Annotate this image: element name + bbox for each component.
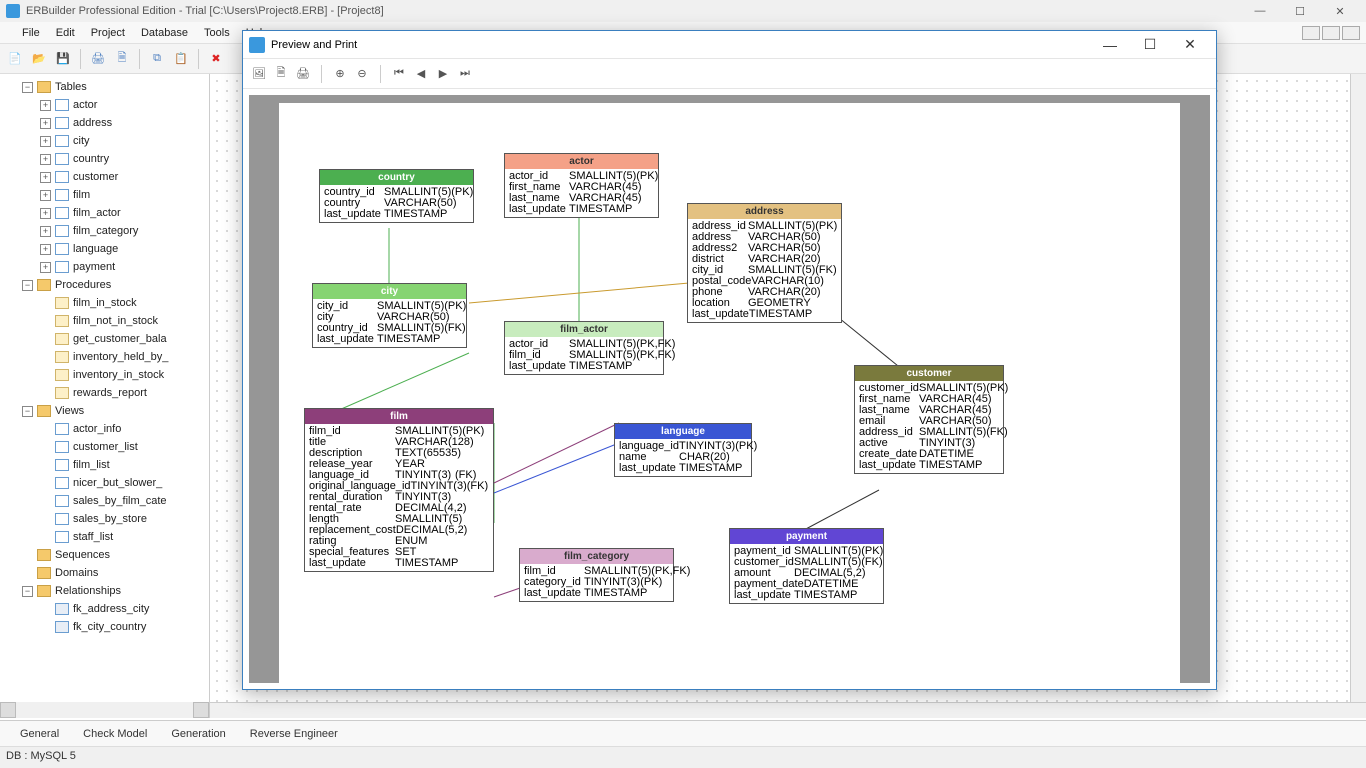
menu-tools[interactable]: Tools bbox=[204, 27, 230, 39]
app-title: ERBuilder Professional Edition - Trial [… bbox=[26, 5, 384, 17]
canvas-scrollbar-v[interactable] bbox=[1350, 74, 1366, 702]
preview-canvas[interactable]: country country_idSMALLINT(5)(PK) countr… bbox=[249, 95, 1210, 683]
tab-general[interactable]: General bbox=[8, 724, 71, 744]
menu-edit[interactable]: Edit bbox=[56, 27, 75, 39]
erd-entity-language: language language_idTINYINT(3)(PK) nameC… bbox=[614, 423, 752, 477]
print-icon[interactable]: 🖨 bbox=[87, 48, 109, 70]
tree-view-6[interactable]: sales_by_store bbox=[0, 510, 209, 528]
status-text: DB : MySQL 5 bbox=[6, 750, 76, 762]
mdi-controls bbox=[1302, 26, 1360, 40]
tree-rel-2[interactable]: fk_city_country bbox=[0, 618, 209, 636]
tree-tbl-language[interactable]: +language bbox=[0, 240, 209, 258]
erd-entity-film-category: film_category film_idSMALLINT(5)(PK,FK) … bbox=[519, 548, 674, 602]
menu-file[interactable]: File bbox=[22, 27, 40, 39]
mdi-minimize[interactable] bbox=[1302, 26, 1320, 40]
save-icon[interactable]: 💾 bbox=[52, 48, 74, 70]
paste-icon[interactable]: 📋 bbox=[170, 48, 192, 70]
main-title-bar: ERBuilder Professional Edition - Trial [… bbox=[0, 0, 1366, 22]
close-button[interactable]: ✕ bbox=[1320, 5, 1360, 18]
preview-app-icon bbox=[249, 37, 265, 53]
erd-entity-film: film film_idSMALLINT(5)(PK) titleVARCHAR… bbox=[304, 408, 494, 572]
zoom-out-icon[interactable]: ⊖ bbox=[352, 64, 372, 84]
canvas-scrollbar-h[interactable] bbox=[210, 702, 1366, 718]
tree-proc-5[interactable]: inventory_in_stock bbox=[0, 366, 209, 384]
menu-project[interactable]: Project bbox=[91, 27, 125, 39]
erd-entity-country: country country_idSMALLINT(5)(PK) countr… bbox=[319, 169, 474, 223]
tree-proc-6[interactable]: rewards_report bbox=[0, 384, 209, 402]
tree-tbl-city[interactable]: +city bbox=[0, 132, 209, 150]
preview-minimize-button[interactable]: — bbox=[1090, 37, 1130, 53]
tree-tbl-payment[interactable]: +payment bbox=[0, 258, 209, 276]
erd-entity-actor: actor actor_idSMALLINT(5)(PK) first_name… bbox=[504, 153, 659, 218]
mdi-close[interactable] bbox=[1342, 26, 1360, 40]
menu-database[interactable]: Database bbox=[141, 27, 188, 39]
minimize-button[interactable]: — bbox=[1240, 5, 1280, 17]
tree-view-4[interactable]: nicer_but_slower_ bbox=[0, 474, 209, 492]
tab-reverse-engineer[interactable]: Reverse Engineer bbox=[238, 724, 350, 744]
erd-entity-film-actor: film_actor actor_idSMALLINT(5)(PK,FK) fi… bbox=[504, 321, 664, 375]
erd-entity-payment: payment payment_idSMALLINT(5)(PK) custom… bbox=[729, 528, 884, 604]
zoom-in-icon[interactable]: ⊕ bbox=[330, 64, 350, 84]
tree-view-2[interactable]: customer_list bbox=[0, 438, 209, 456]
tree-tbl-customer[interactable]: +customer bbox=[0, 168, 209, 186]
tree-view-3[interactable]: film_list bbox=[0, 456, 209, 474]
preview-close-button[interactable]: ✕ bbox=[1170, 36, 1210, 53]
maximize-button[interactable]: ☐ bbox=[1280, 5, 1320, 18]
status-bar: DB : MySQL 5 bbox=[0, 746, 1366, 768]
tree-proc-1[interactable]: film_in_stock bbox=[0, 294, 209, 312]
tree-rel-1[interactable]: fk_address_city bbox=[0, 600, 209, 618]
first-page-icon[interactable]: ⏮ bbox=[389, 64, 409, 84]
print-preview-icon[interactable]: 🗎 bbox=[111, 48, 133, 70]
tree-relationships[interactable]: −Relationships bbox=[0, 582, 209, 600]
open-icon[interactable]: 📂 bbox=[28, 48, 50, 70]
mdi-restore[interactable] bbox=[1322, 26, 1340, 40]
tree-tbl-country[interactable]: +country bbox=[0, 150, 209, 168]
last-page-icon[interactable]: ⏭ bbox=[455, 64, 475, 84]
tree-domains[interactable]: Domains bbox=[0, 564, 209, 582]
preview-maximize-button[interactable]: ☐ bbox=[1130, 36, 1170, 53]
new-icon[interactable]: 📄 bbox=[4, 48, 26, 70]
object-explorer: −Tables +actor +address +city +country +… bbox=[0, 74, 210, 718]
tab-generation[interactable]: Generation bbox=[159, 724, 237, 744]
preview-window: Preview and Print — ☐ ✕ 🖼 🗎 🖨 ⊕ ⊖ ⏮ ◀ ▶ … bbox=[242, 30, 1217, 690]
tree-tbl-film-actor[interactable]: +film_actor bbox=[0, 204, 209, 222]
preview-toolbar: 🖼 🗎 🖨 ⊕ ⊖ ⏮ ◀ ▶ ⏭ bbox=[243, 59, 1216, 89]
next-page-icon[interactable]: ▶ bbox=[433, 64, 453, 84]
tree-view-1[interactable]: actor_info bbox=[0, 420, 209, 438]
tree-view-5[interactable]: sales_by_film_cate bbox=[0, 492, 209, 510]
preview-title: Preview and Print bbox=[271, 39, 357, 51]
tree-tbl-actor[interactable]: +actor bbox=[0, 96, 209, 114]
delete-icon[interactable]: ✖ bbox=[205, 48, 227, 70]
tree-tbl-film-category[interactable]: +film_category bbox=[0, 222, 209, 240]
tree-proc-4[interactable]: inventory_held_by_ bbox=[0, 348, 209, 366]
preview-title-bar: Preview and Print — ☐ ✕ bbox=[243, 31, 1216, 59]
erd-entity-address: address address_idSMALLINT(5)(PK) addres… bbox=[687, 203, 842, 323]
tree-tbl-film[interactable]: +film bbox=[0, 186, 209, 204]
tree-proc-3[interactable]: get_customer_bala bbox=[0, 330, 209, 348]
copy-icon[interactable]: ⧉ bbox=[146, 48, 168, 70]
preview-page: country country_idSMALLINT(5)(PK) countr… bbox=[279, 103, 1180, 683]
image-icon[interactable]: 🖼 bbox=[249, 64, 269, 84]
erd-entity-customer: customer customer_idSMALLINT(5)(PK) firs… bbox=[854, 365, 1004, 474]
app-icon bbox=[6, 4, 20, 18]
tree-view-7[interactable]: staff_list bbox=[0, 528, 209, 546]
tree-tbl-address[interactable]: +address bbox=[0, 114, 209, 132]
export-icon[interactable]: 🗎 bbox=[271, 64, 291, 84]
prev-page-icon[interactable]: ◀ bbox=[411, 64, 431, 84]
print-icon[interactable]: 🖨 bbox=[293, 64, 313, 84]
tree-views[interactable]: −Views bbox=[0, 402, 209, 420]
tree-sequences[interactable]: Sequences bbox=[0, 546, 209, 564]
tree-procedures[interactable]: −Procedures bbox=[0, 276, 209, 294]
tree-scrollbar-h[interactable] bbox=[0, 702, 209, 718]
tab-check-model[interactable]: Check Model bbox=[71, 724, 159, 744]
tree-proc-2[interactable]: film_not_in_stock bbox=[0, 312, 209, 330]
tree-tables[interactable]: −Tables bbox=[0, 78, 209, 96]
bottom-tabs: General Check Model Generation Reverse E… bbox=[0, 720, 1366, 746]
erd-entity-city: city city_idSMALLINT(5)(PK) cityVARCHAR(… bbox=[312, 283, 467, 348]
